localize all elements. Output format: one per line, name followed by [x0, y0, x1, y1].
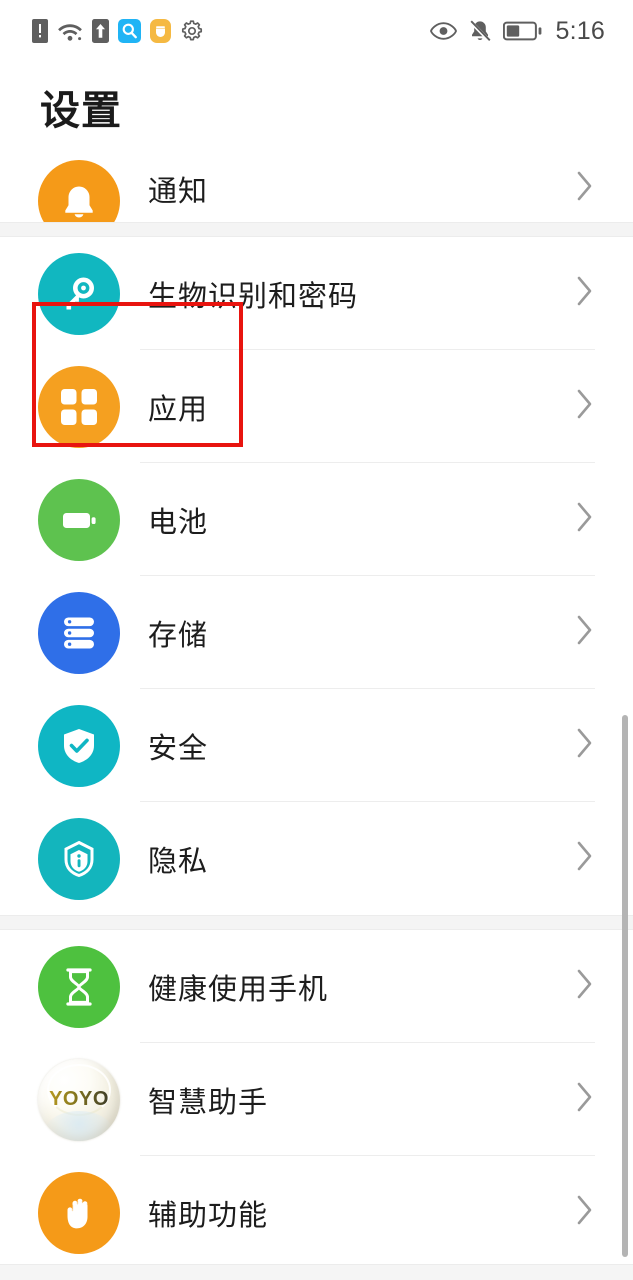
settings-row-label: 电池 [148, 506, 209, 539]
settings-row-smart-assistant[interactable]: YOYO 智慧助手 [0, 1043, 633, 1156]
settings-section: 健康使用手机 YOYO 智慧助手 辅助功能 [0, 930, 633, 1269]
settings-row-label: 智慧助手 [148, 1086, 269, 1119]
status-bar-right-icons: 5:16 [429, 16, 605, 46]
chevron-right-icon [575, 967, 595, 1006]
storage-icon [38, 591, 120, 674]
status-bar: 5:16 [0, 0, 633, 62]
settings-row-label: 安全 [148, 732, 209, 765]
settings-row-apps[interactable]: 应用 [0, 350, 633, 463]
settings-row-label: 健康使用手机 [148, 973, 329, 1006]
chevron-right-icon [575, 1193, 595, 1232]
settings-row-label: 生物识别和密码 [148, 280, 359, 313]
notifications-muted-icon [468, 19, 492, 44]
digital-balance-hourglass-icon [38, 945, 120, 1028]
status-bar-clock: 5:16 [555, 16, 605, 45]
smart-assistant-yoyo-icon: YOYO [38, 1058, 120, 1141]
upload-arrow-icon [92, 19, 109, 43]
scrollbar[interactable] [622, 142, 628, 1260]
chevron-right-icon [575, 387, 595, 426]
chevron-right-icon [575, 500, 595, 539]
section-separator [0, 915, 633, 930]
settings-row-biometrics[interactable]: 生物识别和密码 [0, 237, 633, 350]
chevron-right-icon [575, 726, 595, 765]
chevron-right-icon [575, 839, 595, 878]
settings-section: 通知 [0, 142, 633, 222]
yoyo-label: YOYO [49, 1088, 109, 1110]
sim-alert-icon [32, 19, 48, 43]
privacy-shield-icon [38, 817, 120, 900]
settings-row-label: 存储 [148, 619, 209, 652]
settings-row-battery[interactable]: 电池 [0, 463, 633, 576]
battery-settings-icon [38, 478, 120, 561]
bottom-section-band [0, 1264, 633, 1280]
scrollbar-thumb[interactable] [622, 715, 628, 1257]
accessibility-hand-icon [38, 1171, 120, 1254]
battery-icon [502, 20, 543, 42]
search-app-icon [118, 19, 141, 43]
settings-row-label: 辅助功能 [148, 1199, 269, 1232]
settings-row-privacy[interactable]: 隐私 [0, 802, 633, 915]
chevron-right-icon [575, 274, 595, 313]
section-separator [0, 222, 633, 237]
settings-row-storage[interactable]: 存储 [0, 576, 633, 689]
chevron-right-icon [575, 169, 595, 208]
settings-section: 生物识别和密码 应用 电池 存储 安全 隐私 [0, 237, 633, 915]
wifi-icon [57, 20, 83, 42]
settings-row-label: 通知 [148, 176, 209, 208]
page-title: 设置 [40, 89, 122, 133]
apps-grid-icon [38, 365, 120, 448]
app-notification-icon [150, 19, 171, 43]
settings-gear-icon [180, 19, 204, 43]
settings-row-security[interactable]: 安全 [0, 689, 633, 802]
settings-row-accessibility[interactable]: 辅助功能 [0, 1156, 633, 1269]
settings-list[interactable]: 通知 生物识别和密码 应用 电池 存储 安全 隐私 健康使用手机 YOYO 智慧… [0, 142, 633, 1269]
settings-row-digital-balance[interactable]: 健康使用手机 [0, 930, 633, 1043]
chevron-right-icon [575, 1080, 595, 1119]
settings-row-label: 隐私 [148, 845, 209, 878]
security-shield-icon [38, 704, 120, 787]
notifications-bell-icon [38, 160, 120, 222]
settings-row-label: 应用 [148, 393, 209, 426]
settings-screen: 5:16 设置 通知 生物识别和密码 应用 电池 存储 安全 隐私 健康使用手机… [0, 0, 633, 1280]
status-bar-left-icons [32, 19, 204, 43]
chevron-right-icon [575, 613, 595, 652]
settings-row-notifications[interactable]: 通知 [0, 142, 633, 222]
eye-comfort-icon [429, 21, 457, 41]
biometrics-key-icon [38, 252, 120, 335]
